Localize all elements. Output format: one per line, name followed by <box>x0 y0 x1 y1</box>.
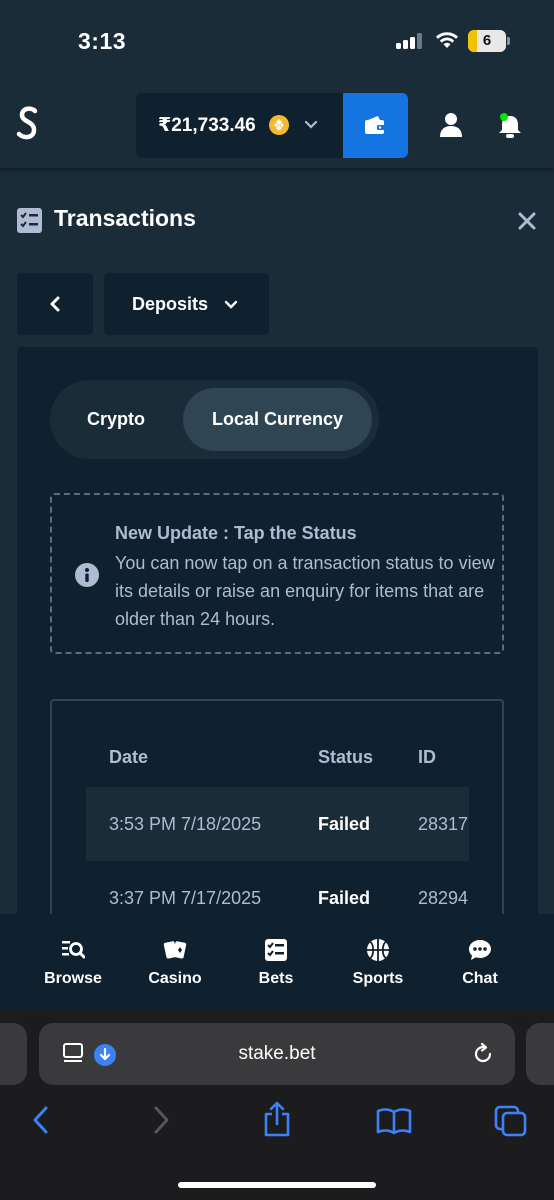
table-row[interactable]: 3:53 PM 7/18/2025 Failed 28317 <box>86 787 469 861</box>
back-button[interactable] <box>17 273 93 335</box>
chevron-left-icon <box>50 296 60 312</box>
nav-chat[interactable]: Chat <box>430 914 530 1010</box>
nav-casino[interactable]: Casino <box>125 914 225 1010</box>
nav-label: Browse <box>44 970 102 987</box>
column-header-date: Date <box>109 747 149 767</box>
column-header-id: ID <box>418 747 436 767</box>
status-bar: 3:13 6 <box>0 0 554 84</box>
nav-label: Sports <box>352 970 404 987</box>
row-status[interactable]: Failed <box>318 888 370 909</box>
bottom-navigation: Browse Casino Bets Sports Chat <box>0 914 554 1010</box>
home-indicator <box>178 1182 376 1188</box>
cellular-signal-icon <box>396 33 424 49</box>
nav-browse[interactable]: Browse <box>23 914 123 1010</box>
browse-icon <box>62 941 85 959</box>
row-id: 28294 <box>418 888 469 908</box>
close-icon[interactable] <box>517 211 537 231</box>
transactions-panel: Crypto Local Currency New Update : Tap t… <box>17 347 538 989</box>
row-id: 28317 <box>418 814 469 834</box>
battery-level: 6 <box>482 32 492 49</box>
transactions-list-icon <box>17 208 42 233</box>
reload-icon[interactable] <box>471 1042 495 1066</box>
nav-label: Chat <box>462 970 498 987</box>
stake-logo[interactable] <box>14 104 42 144</box>
column-header-status: Status <box>318 747 374 767</box>
previous-tab-preview[interactable] <box>0 1023 27 1085</box>
bell-icon[interactable] <box>497 111 523 139</box>
browser-chrome: stake.bet <box>0 1010 554 1200</box>
nav-bets[interactable]: Bets <box>226 914 326 1010</box>
transaction-type-label: Deposits <box>132 294 209 314</box>
tabs-icon[interactable] <box>494 1105 528 1137</box>
bnb-coin-icon <box>269 115 289 135</box>
bets-list-icon <box>265 939 287 961</box>
next-tab-preview[interactable] <box>526 1023 554 1085</box>
notice-text: You can now tap on a transaction status … <box>115 553 495 629</box>
app-header: ₹21,733.46 <box>0 84 554 168</box>
row-date: 3:53 PM 7/18/2025 <box>109 814 262 834</box>
url-text: stake.bet <box>238 1043 316 1064</box>
tab-crypto[interactable]: Crypto <box>57 388 175 451</box>
info-icon <box>75 563 99 587</box>
nav-sports[interactable]: Sports <box>328 914 428 1010</box>
row-status[interactable]: Failed <box>318 814 370 835</box>
browser-back-icon[interactable] <box>30 1104 52 1136</box>
basketball-icon <box>367 939 389 961</box>
casino-cards-icon <box>163 941 187 959</box>
chevron-down-icon <box>304 120 318 129</box>
wallet-button[interactable] <box>343 93 408 158</box>
tab-local-currency[interactable]: Local Currency <box>183 388 372 451</box>
battery-icon: 6 <box>468 30 510 52</box>
wifi-icon <box>436 32 458 48</box>
currency-segmented-control: Crypto Local Currency <box>50 380 379 459</box>
address-bar[interactable]: stake.bet <box>39 1023 515 1085</box>
chevron-down-icon <box>224 300 238 309</box>
chat-bubble-icon <box>469 940 491 960</box>
nav-label: Casino <box>148 970 202 987</box>
share-icon[interactable] <box>262 1100 292 1138</box>
transaction-type-dropdown[interactable]: Deposits <box>104 273 269 335</box>
user-icon[interactable] <box>439 112 463 138</box>
balance-selector[interactable]: ₹21,733.46 <box>136 93 344 158</box>
update-notice: New Update : Tap the Status You can now … <box>50 493 504 654</box>
status-time: 3:13 <box>78 28 127 54</box>
browser-forward-icon[interactable] <box>150 1104 172 1136</box>
balance-amount: ₹21,733.46 <box>158 115 256 136</box>
bookmarks-icon[interactable] <box>376 1107 412 1135</box>
wallet-icon <box>365 116 386 134</box>
nav-label: Bets <box>258 970 294 987</box>
row-date: 3:37 PM 7/17/2025 <box>109 888 262 908</box>
notice-title: New Update : Tap the Status <box>115 523 357 543</box>
page-title: Transactions <box>54 205 196 231</box>
